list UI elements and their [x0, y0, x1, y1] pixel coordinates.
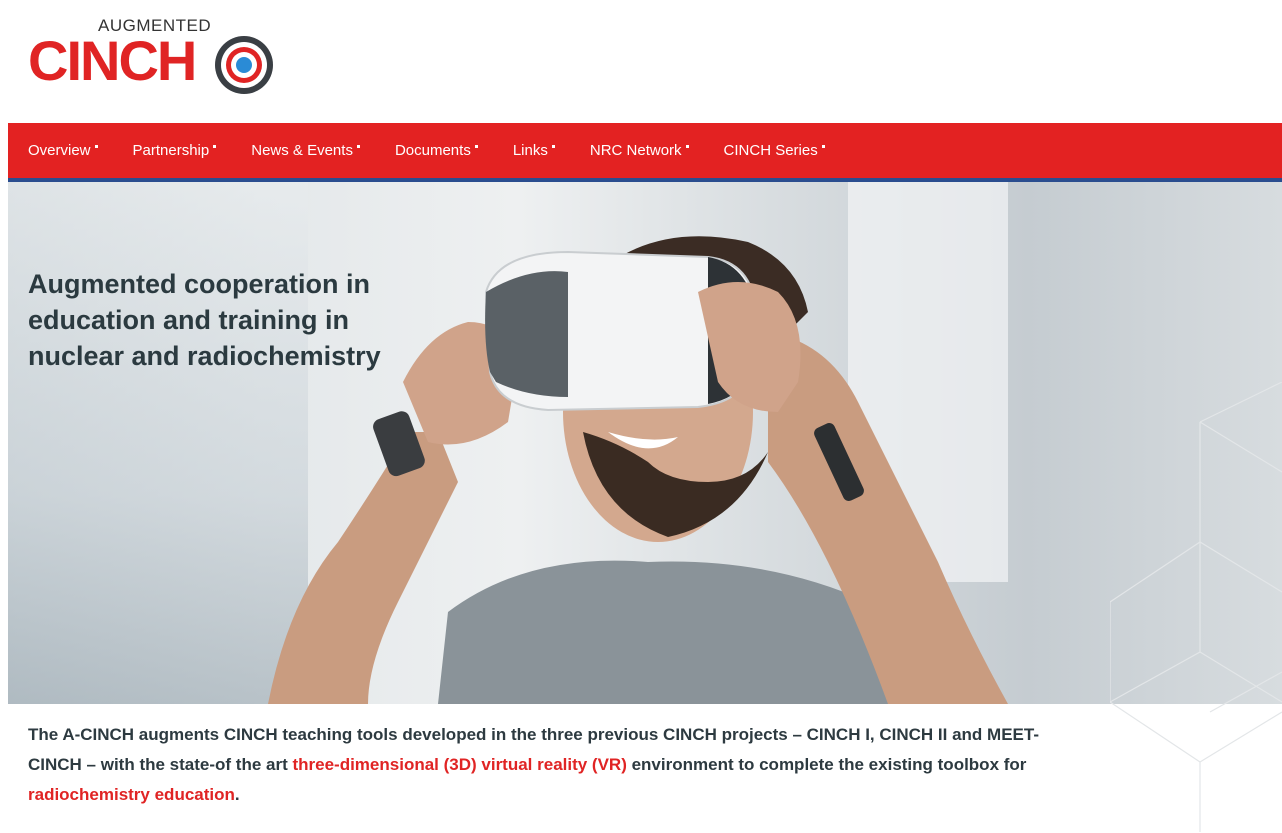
nav-label: Overview [28, 142, 91, 159]
intro-text-part2: environment to complete the existing too… [626, 755, 1027, 774]
dropdown-indicator-icon [821, 145, 825, 148]
target-icon [215, 36, 273, 94]
nav-label: Partnership [132, 142, 210, 159]
hero-banner: Augmented cooperation in education and t… [8, 182, 1282, 704]
dropdown-indicator-icon [356, 145, 360, 148]
radiochemistry-education-link[interactable]: radiochemistry education [28, 785, 235, 804]
nav-label: News & Events [251, 142, 353, 159]
main-navigation: Overview Partnership News & Events Docum… [8, 123, 1282, 182]
geometric-pattern-decoration [1110, 382, 1282, 832]
nav-label: CINCH Series [723, 142, 818, 159]
nav-documents[interactable]: Documents [395, 142, 478, 159]
nav-nrc-network[interactable]: NRC Network [590, 142, 689, 159]
nav-cinch-series[interactable]: CINCH Series [724, 142, 825, 159]
nav-overview[interactable]: Overview [28, 142, 98, 159]
nav-links[interactable]: Links [513, 142, 555, 159]
dropdown-indicator-icon [685, 145, 689, 148]
nav-label: Links [512, 142, 548, 159]
nav-news-events[interactable]: News & Events [251, 142, 360, 159]
site-logo[interactable]: AUGMENTED CINCH [28, 10, 278, 100]
dropdown-indicator-icon [94, 145, 98, 148]
nav-label: Documents [394, 142, 471, 159]
dropdown-indicator-icon [474, 145, 478, 148]
nav-label: NRC Network [589, 142, 682, 159]
dropdown-indicator-icon [551, 145, 555, 148]
intro-paragraph: The A-CINCH augments CINCH teaching tool… [28, 720, 1088, 810]
dropdown-indicator-icon [213, 145, 217, 148]
nav-partnership[interactable]: Partnership [133, 142, 217, 159]
intro-text-part3: . [234, 785, 240, 804]
vr-headset-person-image [268, 236, 1008, 704]
vr-link[interactable]: three-dimensional (3D) virtual reality (… [292, 755, 626, 774]
logo-cinch-text: CINCH [28, 29, 197, 92]
hero-title: Augmented cooperation in education and t… [28, 269, 381, 371]
site-header: AUGMENTED CINCH [0, 0, 1282, 122]
